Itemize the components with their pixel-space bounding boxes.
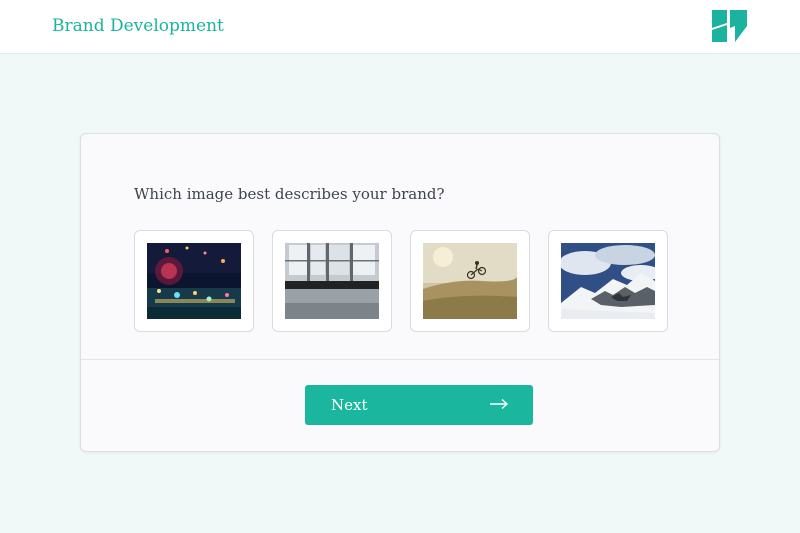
top-bar: Brand Development: [0, 0, 800, 54]
mountain-bike-photo: [423, 243, 517, 319]
image-options: [134, 230, 668, 332]
brand-logo-icon: [712, 10, 747, 42]
image-option-1[interactable]: [134, 230, 254, 332]
image-option-2[interactable]: [272, 230, 392, 332]
image-option-3[interactable]: [410, 230, 530, 332]
image-option-4[interactable]: [548, 230, 668, 332]
snowy-mountain-photo: [561, 243, 655, 319]
next-button-label: Next: [331, 396, 368, 414]
question-text: Which image best describes your brand?: [134, 185, 445, 203]
next-button[interactable]: Next: [305, 385, 533, 425]
festival-lights-photo: [147, 243, 241, 319]
question-card: Which image best describes your brand? N…: [80, 133, 720, 452]
card-divider: [81, 359, 719, 360]
interior-window-photo: [285, 243, 379, 319]
arrow-right-icon: [490, 398, 509, 410]
page-title: Brand Development: [52, 16, 224, 36]
